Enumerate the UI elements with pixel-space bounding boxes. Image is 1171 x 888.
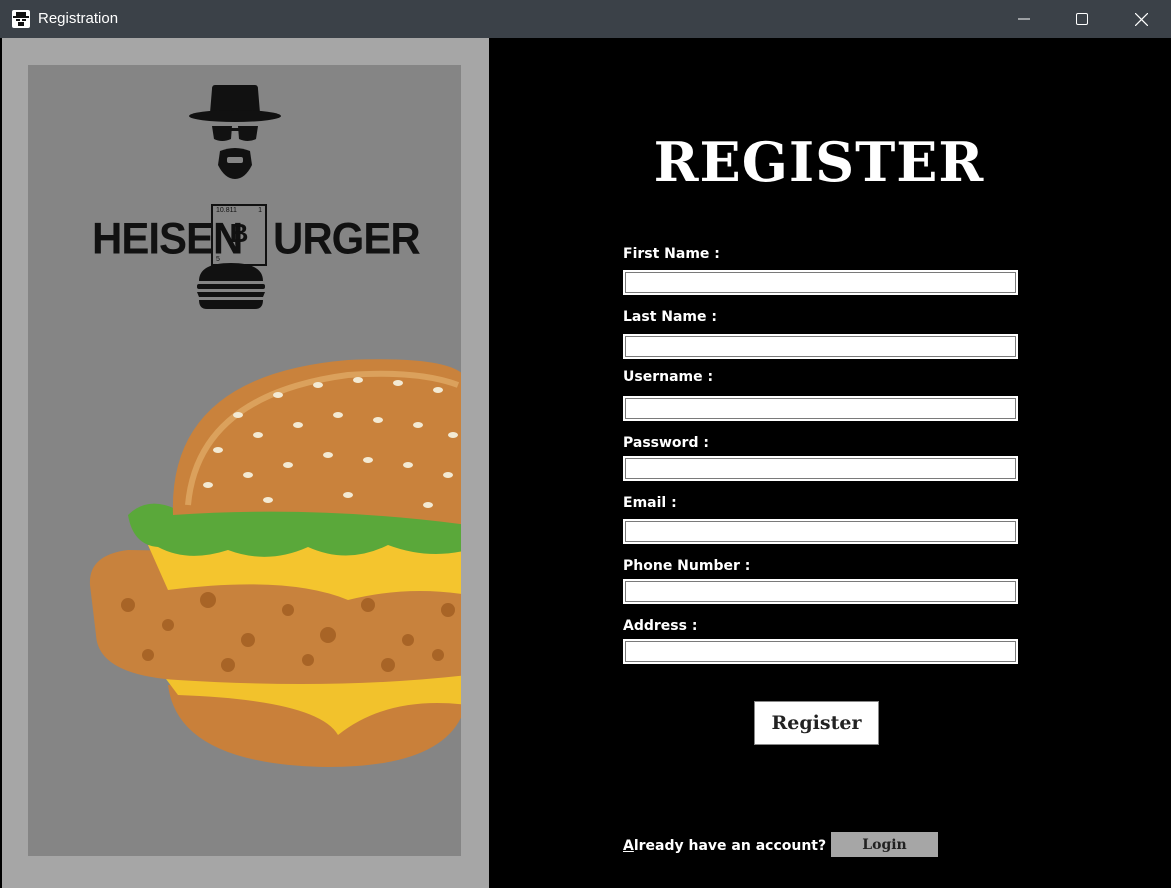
element-corner-number: 1 [258, 207, 262, 214]
burger-logo-icon [197, 263, 265, 309]
minimize-button[interactable] [995, 0, 1053, 38]
username-input[interactable] [623, 396, 1018, 421]
minimize-icon [1018, 18, 1030, 20]
window-title: Registration [38, 10, 119, 27]
registration-form-panel: REGISTER First Name : Last Name : Userna… [489, 38, 1171, 888]
first-name-input[interactable] [623, 270, 1018, 295]
last-name-label: Last Name : [623, 309, 717, 325]
title-bar[interactable]: Registration [0, 0, 1171, 38]
heisenberg-icon [12, 10, 30, 28]
password-input[interactable] [623, 456, 1018, 481]
email-input[interactable] [623, 519, 1018, 544]
close-icon [1134, 12, 1148, 26]
left-panel: HEISEN 10.811 1 B 5 URGER [2, 38, 489, 888]
element-symbol: B [229, 218, 249, 248]
heisenberg-face-icon [189, 85, 281, 179]
phone-number-label: Phone Number : [623, 558, 751, 574]
periodic-element-box: 10.811 1 B 5 [211, 204, 267, 266]
first-name-label: First Name : [623, 246, 720, 262]
address-label: Address : [623, 618, 698, 634]
password-label: Password : [623, 435, 709, 451]
maximize-icon [1076, 13, 1088, 25]
address-input[interactable] [623, 639, 1018, 664]
maximize-button[interactable] [1053, 0, 1111, 38]
atomic-mass: 10.811 [216, 207, 237, 214]
email-label: Email : [623, 495, 677, 511]
register-button[interactable]: Register [754, 701, 879, 745]
hero-image-panel: HEISEN 10.811 1 B 5 URGER [28, 65, 461, 856]
last-name-input[interactable] [623, 334, 1018, 359]
heisenburger-logo: HEISEN 10.811 1 B 5 URGER [90, 83, 421, 313]
already-have-account-text: Already have an account? [623, 838, 827, 854]
page-title: REGISTER [653, 130, 985, 194]
brand-text-right: URGER [273, 213, 421, 264]
registration-window: Registration HEISEN 10.811 1 B 5 URGER R… [0, 0, 1171, 888]
login-button[interactable]: Login [831, 832, 938, 857]
burger-image [89, 359, 461, 767]
phone-number-input[interactable] [623, 579, 1018, 604]
close-button[interactable] [1112, 0, 1170, 38]
username-label: Username : [623, 369, 714, 385]
